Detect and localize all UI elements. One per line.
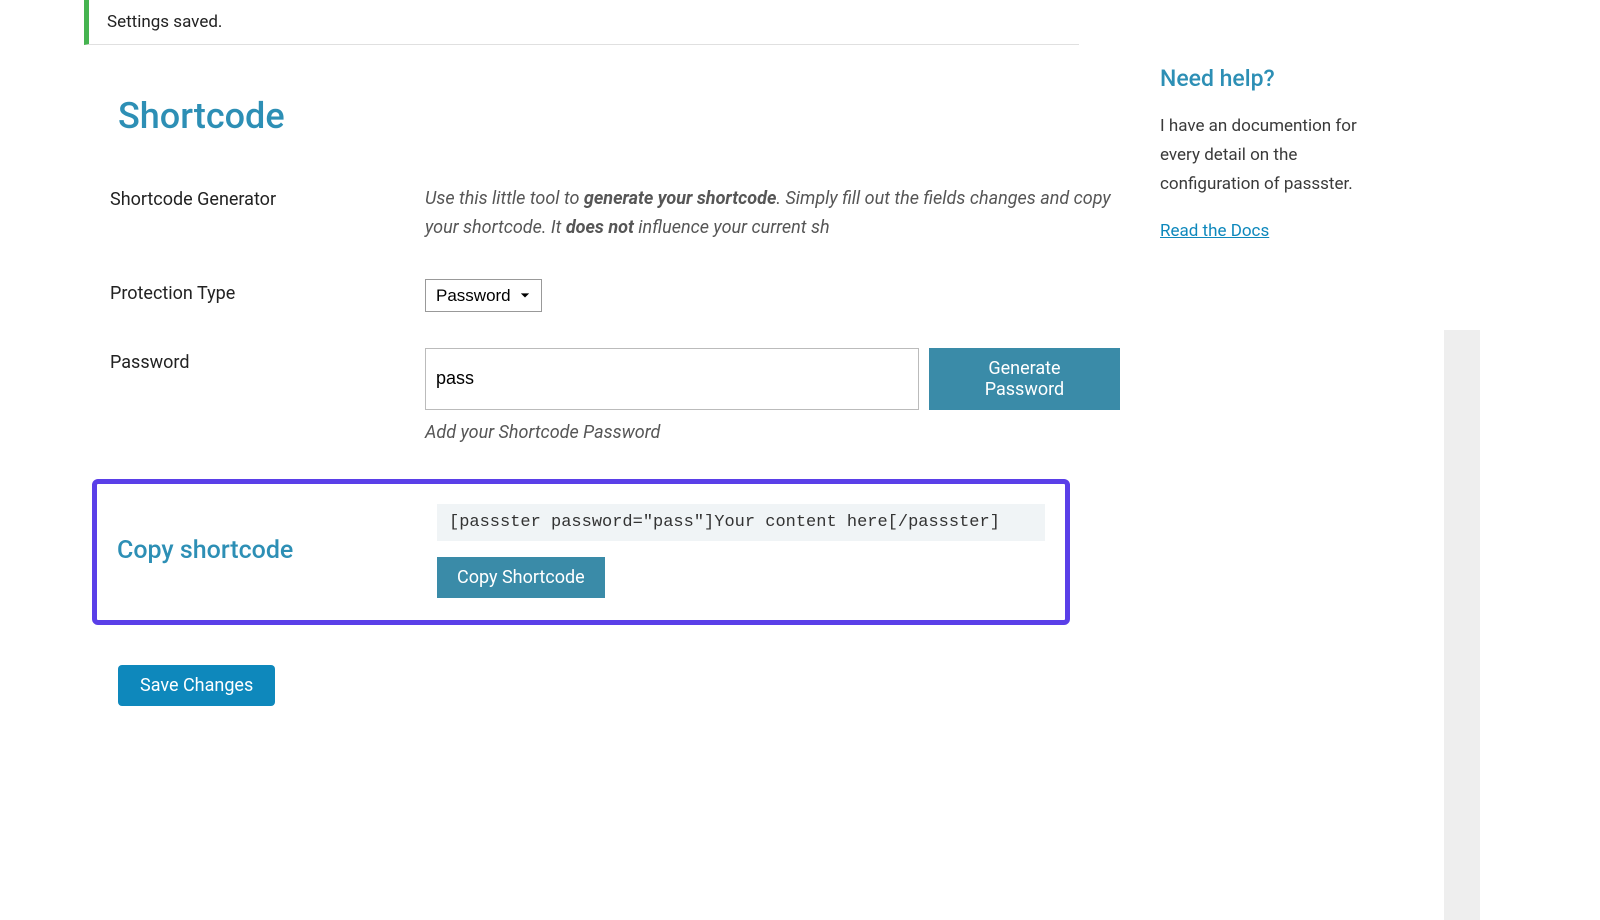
password-help-text: Add your Shortcode Password [425,422,1120,443]
content-row: Shortcode Shortcode Generator Use this l… [110,65,1390,706]
right-grey-strip [1444,330,1480,920]
label-generator: Shortcode Generator [110,185,425,210]
page-root: Settings saved. Shortcode Shortcode Gene… [0,0,1600,746]
desc-pre: Use this little tool to [425,188,584,209]
row-generator: Shortcode Generator Use this little tool… [110,185,1120,243]
row-password: Password Generate Password Add your Shor… [110,348,1120,443]
sidebar-text: I have an documention for every detail o… [1160,112,1390,199]
copy-shortcode-button[interactable]: Copy Shortcode [437,557,605,598]
shortcode-code[interactable]: [passster password="pass"]Your content h… [437,504,1045,541]
protection-type-select[interactable]: Password [425,279,542,312]
copy-shortcode-content: [passster password="pass"]Your content h… [437,504,1045,598]
main-column: Shortcode Shortcode Generator Use this l… [110,65,1120,706]
desc-post: influence your current sh [634,217,830,238]
control-password: Generate Password Add your Shortcode Pas… [425,348,1120,443]
sidebar-column: Need help? I have an documention for eve… [1160,65,1390,241]
main-wrap: Settings saved. Shortcode Shortcode Gene… [20,0,1390,706]
read-docs-link[interactable]: Read the Docs [1160,221,1269,241]
password-input[interactable] [425,348,919,410]
desc-strong1: generate your shortcode [584,188,776,209]
copy-shortcode-label: Copy shortcode [117,536,437,565]
save-changes-button[interactable]: Save Changes [118,665,275,706]
row-protection-type: Protection Type Password [110,279,1120,312]
label-password: Password [110,348,425,373]
left-gutter [0,0,20,706]
password-line: Generate Password [425,348,1120,410]
control-generator: Use this little tool to generate your sh… [425,185,1120,243]
generator-description: Use this little tool to generate your sh… [425,185,1120,243]
settings-saved-notice: Settings saved. [84,0,1079,45]
control-protection-type: Password [425,279,1120,312]
section-title: Shortcode [118,95,1120,137]
copy-shortcode-box: Copy shortcode [passster password="pass"… [92,479,1070,625]
label-protection-type: Protection Type [110,279,425,304]
sidebar-title: Need help? [1160,65,1390,92]
generate-password-button[interactable]: Generate Password [929,348,1120,410]
notice-text: Settings saved. [107,12,222,32]
desc-strong2: does not [566,217,634,238]
